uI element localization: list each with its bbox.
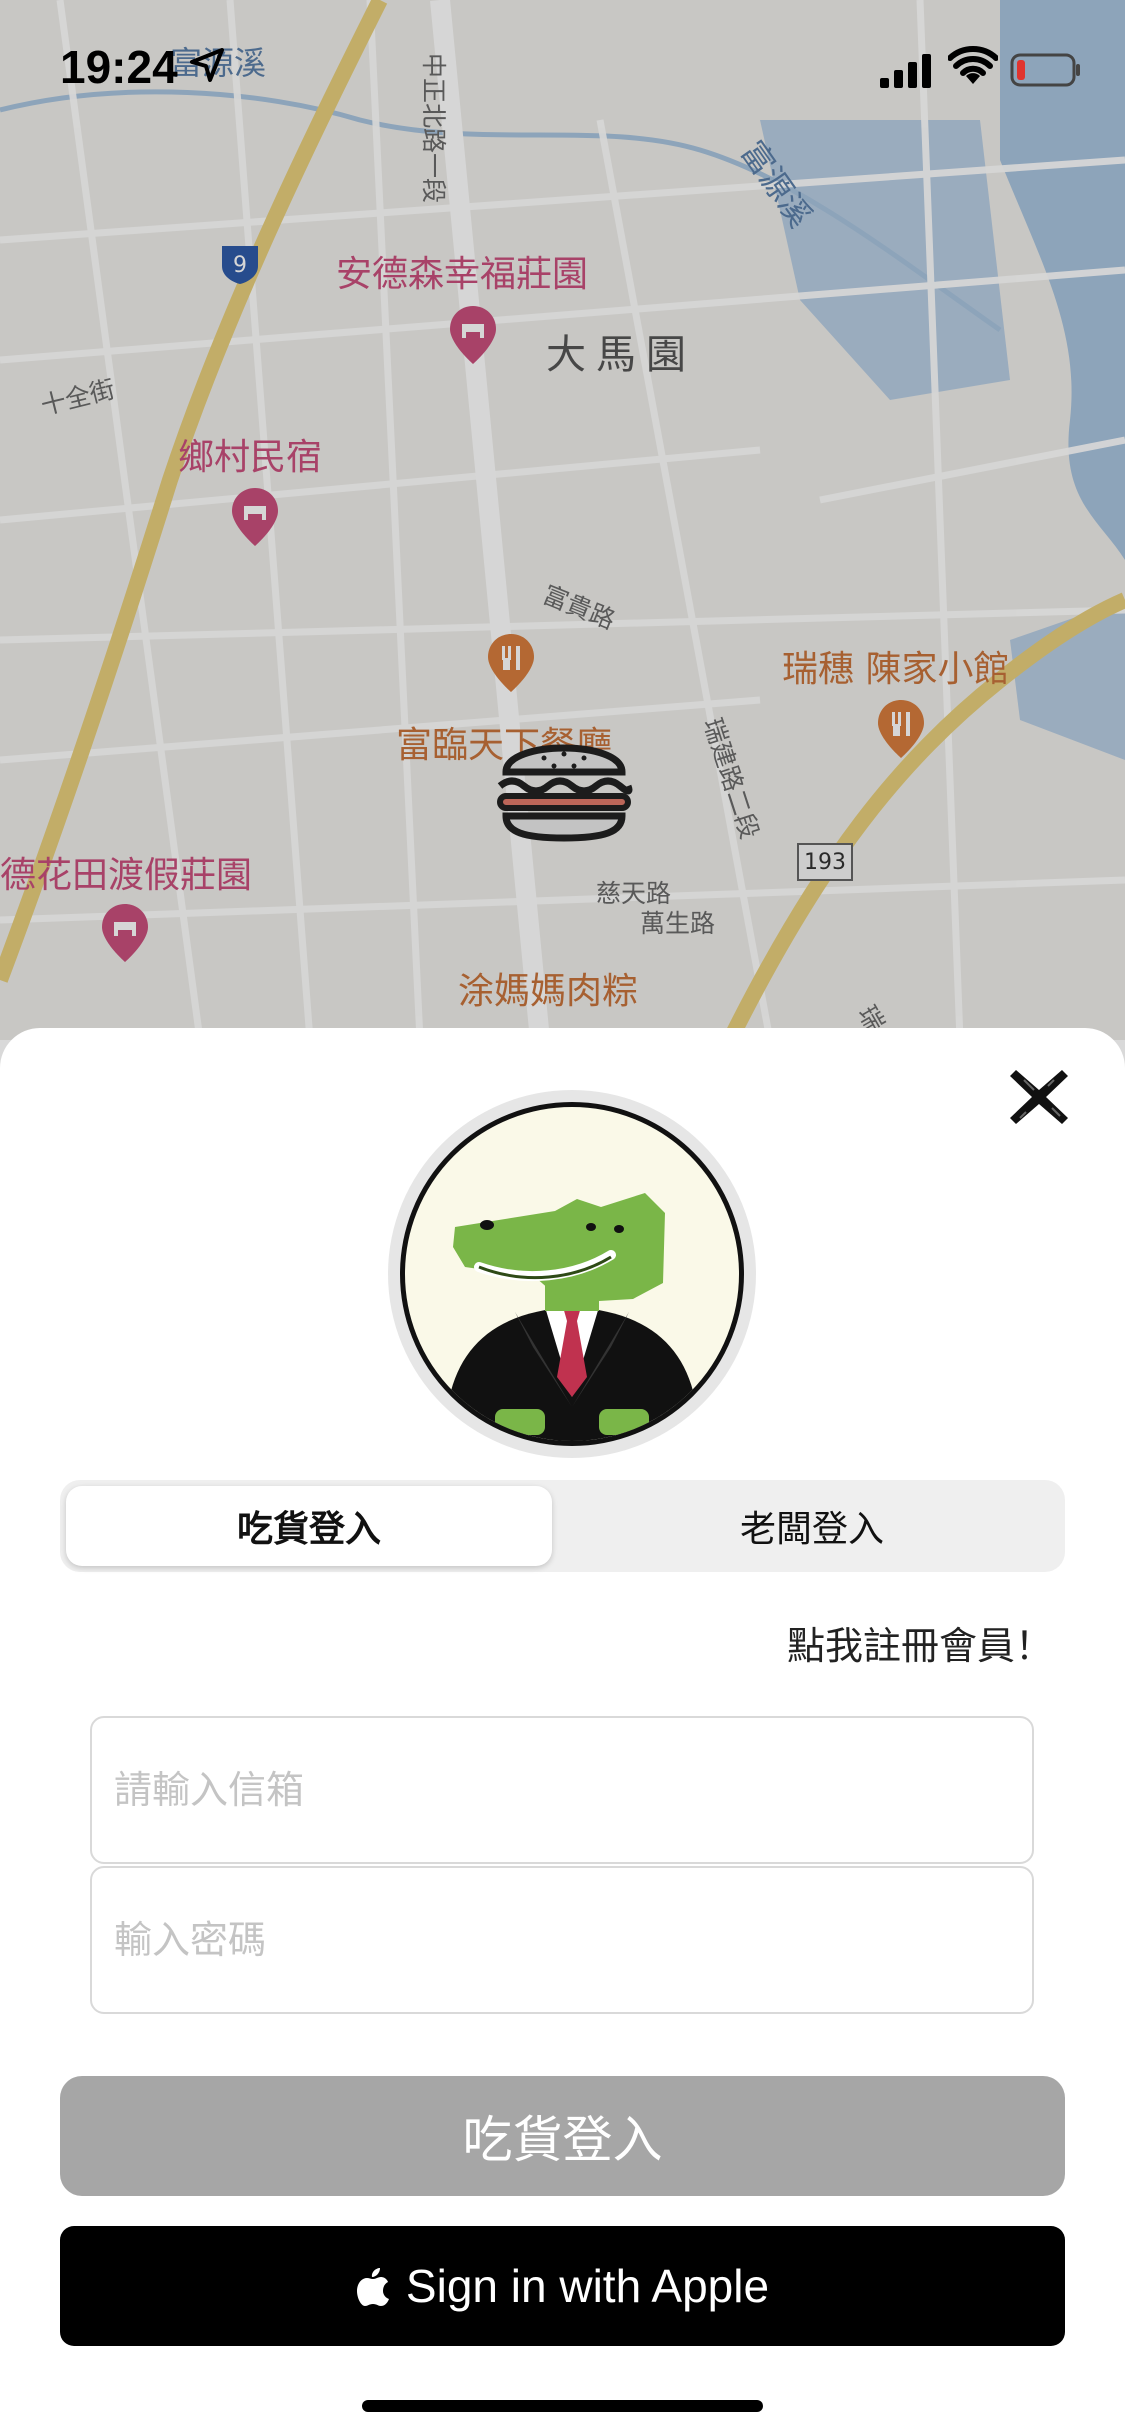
- map-view[interactable]: 富源溪 富源溪 中正北路一段 安德森幸福莊園 大馬園 十全街 鄉村民宿 富貴路 …: [0, 0, 1125, 1040]
- battery-low-icon: [1010, 53, 1080, 87]
- location-arrow-icon: [190, 48, 224, 82]
- password-input[interactable]: [90, 1866, 1034, 2014]
- apple-logo-icon: [356, 2268, 389, 2306]
- crocodile-mascot-icon: [445, 1193, 699, 1441]
- foodie-login-button[interactable]: 吃貨登入: [60, 2076, 1065, 2196]
- sign-in-with-apple-button[interactable]: Sign in with Apple: [60, 2226, 1065, 2346]
- tab-owner-login[interactable]: 老闆登入: [565, 1486, 1059, 1566]
- apple-button-label: Sign in with Apple: [405, 2260, 770, 2312]
- email-input[interactable]: [90, 1716, 1034, 1864]
- tab-foodie-login[interactable]: 吃貨登入: [66, 1486, 552, 1566]
- map-dim-overlay: [0, 0, 1125, 1040]
- register-link[interactable]: 點我註冊會員！: [787, 1615, 1053, 1670]
- login-type-segmented-control: 吃貨登入 老闆登入: [60, 1480, 1065, 1572]
- status-bar: 19:24: [0, 0, 1125, 140]
- crocodile-avatar[interactable]: [400, 1102, 744, 1446]
- close-icon[interactable]: [1004, 1062, 1074, 1132]
- home-indicator[interactable]: [362, 2400, 763, 2412]
- status-time: 19:24: [60, 41, 178, 93]
- wifi-icon: [948, 46, 998, 84]
- cellular-signal-icon: [880, 54, 931, 88]
